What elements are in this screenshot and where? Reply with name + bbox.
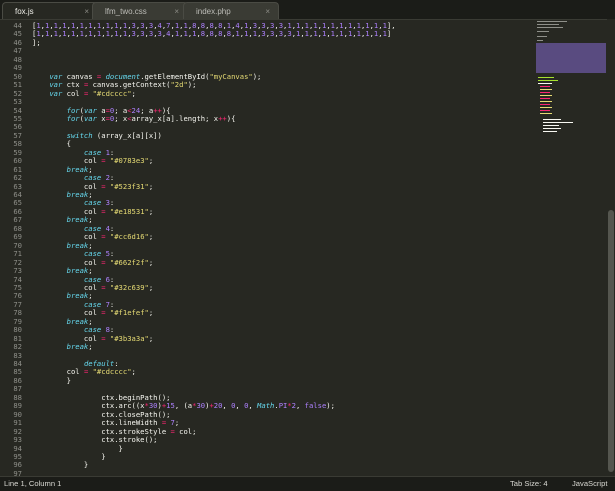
tab-size-selector[interactable]: Tab Size: 4 xyxy=(510,477,548,491)
code-line[interactable]: } xyxy=(32,460,88,469)
code-line[interactable]: ]; xyxy=(32,38,41,47)
code-line[interactable]: [1,1,1,1,1,1,1,1,1,1,1,3,3,3,3,4,1,1,1,8… xyxy=(32,29,391,38)
status-bar: Line 1, Column 1 Tab Size: 4 JavaScript xyxy=(0,476,615,491)
minimap-text-block xyxy=(538,80,558,81)
cursor-position: Line 1, Column 1 xyxy=(4,479,62,488)
minimap-text-block xyxy=(538,83,552,84)
minimap-text-block xyxy=(540,95,552,96)
minimap-text-block xyxy=(540,98,550,99)
tab-fox-js[interactable]: fox.js × xyxy=(2,2,98,19)
minimap-text-block xyxy=(540,107,552,108)
minimap-text-block xyxy=(538,77,554,78)
minimap-text-block xyxy=(540,86,550,87)
minimap-text-block xyxy=(540,92,550,93)
close-icon[interactable]: × xyxy=(174,3,179,20)
minimap-text-block xyxy=(537,24,559,25)
minimap-text-block xyxy=(540,104,550,105)
minimap-text-block xyxy=(543,125,559,126)
minimap-text-block xyxy=(537,36,547,37)
code-area[interactable]: [1,1,1,1,1,1,1,1,1,1,1,3,3,3,4,7,1,1,8,8… xyxy=(32,19,532,476)
minimap-text-block xyxy=(537,31,549,32)
tab-label: index.php xyxy=(196,7,231,16)
tab-label: fox.js xyxy=(15,7,34,16)
close-icon[interactable]: × xyxy=(84,3,89,20)
tab-lfm-two-css[interactable]: lfm_two.css × xyxy=(92,2,188,19)
editor-area[interactable]: 44 45 46 47 48 49 50 51 52 53 54 55 56 57 58 59 60 61 62 63… xyxy=(0,19,615,486)
close-icon[interactable]: × xyxy=(265,3,270,20)
minimap-text-block xyxy=(543,128,561,129)
minimap-text-block xyxy=(540,113,552,114)
code-line[interactable]: for(var x=0; x<array_x[a].length; x++){ xyxy=(32,114,236,123)
minimap[interactable] xyxy=(535,19,607,139)
code-line[interactable]: break; xyxy=(32,342,93,351)
code-line[interactable]: var col = "#cdcccc"; xyxy=(32,89,136,98)
minimap-text-block xyxy=(540,110,550,111)
minimap-text-block xyxy=(543,131,557,132)
minimap-text-block xyxy=(543,122,573,123)
syntax-selector[interactable]: JavaScript xyxy=(572,477,607,491)
scrollbar-thumb[interactable] xyxy=(608,210,614,472)
minimap-text-block xyxy=(537,21,567,22)
minimap-viewport[interactable] xyxy=(536,43,606,73)
minimap-text-block xyxy=(543,119,561,120)
tab-bar: fox.js × lfm_two.css × index.php × xyxy=(0,0,615,20)
minimap-text-block xyxy=(540,89,552,90)
minimap-text-block xyxy=(540,101,552,102)
line-number-gutter: 44 45 46 47 48 49 50 51 52 53 54 55 56 57 58 59 60 61 62 63… xyxy=(0,19,22,486)
tab-label: lfm_two.css xyxy=(105,7,147,16)
tab-index-php[interactable]: index.php × xyxy=(183,2,279,19)
code-line[interactable]: } xyxy=(32,376,71,385)
minimap-text-block xyxy=(537,27,563,28)
minimap-text-block xyxy=(537,40,543,41)
